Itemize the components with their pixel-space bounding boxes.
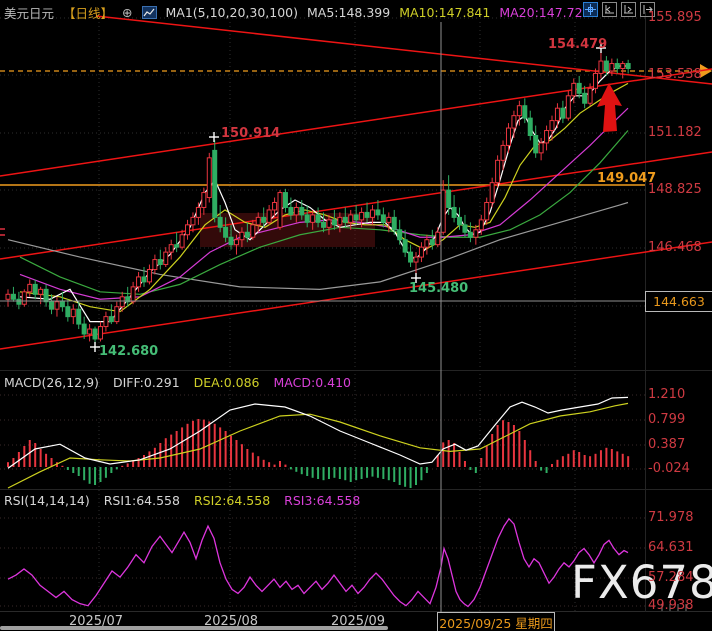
ma-group-label: MA1(5,10,20,30,100)	[165, 5, 298, 20]
crosshair-date-label: 2025/09/25 星期四	[437, 612, 555, 631]
macd-value: MACD:0.410	[273, 375, 351, 390]
rsi-axis-label: 64.631	[648, 540, 694, 555]
ma5-value: MA5:148.399	[306, 5, 391, 20]
toolbar	[583, 2, 655, 17]
ma10-value: MA10:147.841	[399, 5, 491, 20]
x-axis-label: 2025/07	[68, 614, 123, 629]
symbol-name: 美元日元	[4, 6, 55, 21]
macd-axis-label: 1.210	[648, 387, 686, 402]
chart-window: 美元日元 【日线】 ⊕ MA1(5,10,20,30,100) MA5:148.…	[0, 0, 712, 631]
plus-icon[interactable]: ⊕	[122, 5, 132, 20]
chart-canvas[interactable]	[0, 0, 712, 631]
price-annotation: 145.480	[409, 281, 469, 296]
macd-axis-label: -0.024	[648, 461, 690, 476]
macd-axis-label: 0.387	[648, 437, 686, 452]
x-axis-label: 2025/08	[203, 614, 258, 629]
crosshair-price-label: 144.663	[645, 291, 712, 312]
macd-title: MACD(26,12,9)	[4, 375, 99, 390]
scale-right-icon[interactable]	[621, 2, 636, 17]
diff-value: DIFF:0.291	[112, 375, 180, 390]
price-annotation: 149.047	[597, 171, 657, 186]
price-axis-label: 151.182	[648, 125, 702, 140]
rsi-axis-label: 71.978	[648, 510, 694, 525]
scale-left-icon[interactable]	[602, 2, 617, 17]
rsi3-value: RSI3:64.558	[284, 493, 361, 508]
price-annotation: 150.914	[221, 126, 281, 141]
price-annotation: 142.680	[99, 344, 159, 359]
rsi-axis-label: 49.938	[648, 598, 694, 613]
x-axis-label: 2025/09	[330, 614, 385, 629]
period-label: 【日线】	[63, 6, 114, 21]
rsi-axis-label: 57.284	[648, 570, 694, 585]
rsi-title: RSI(14,14,14)	[4, 493, 90, 508]
macd-axis-label: 0.799	[648, 412, 686, 427]
crosshair-tool-icon[interactable]	[583, 2, 598, 17]
macd-legend: MACD(26,12,9) DIFF:0.291 DEA:0.086 MACD:…	[4, 375, 351, 390]
chart-type-icon[interactable]	[141, 6, 157, 19]
main-legend: 美元日元 【日线】 ⊕ MA1(5,10,20,30,100) MA5:148.…	[4, 3, 591, 22]
price-annotation: 154.479	[548, 37, 608, 52]
price-axis-label: 155.895	[648, 10, 702, 25]
ma20-value: MA20:147.722	[499, 5, 591, 20]
price-axis-label: 148.825	[648, 182, 702, 197]
price-axis-label: 153.538	[648, 67, 702, 82]
rsi1-value: RSI1:64.558	[103, 493, 180, 508]
rsi2-value: RSI2:64.558	[193, 493, 271, 508]
price-axis-label: 146.468	[648, 240, 702, 255]
rsi-legend: RSI(14,14,14) RSI1:64.558 RSI2:64.558 RS…	[4, 493, 360, 508]
dea-value: DEA:0.086	[193, 375, 260, 390]
